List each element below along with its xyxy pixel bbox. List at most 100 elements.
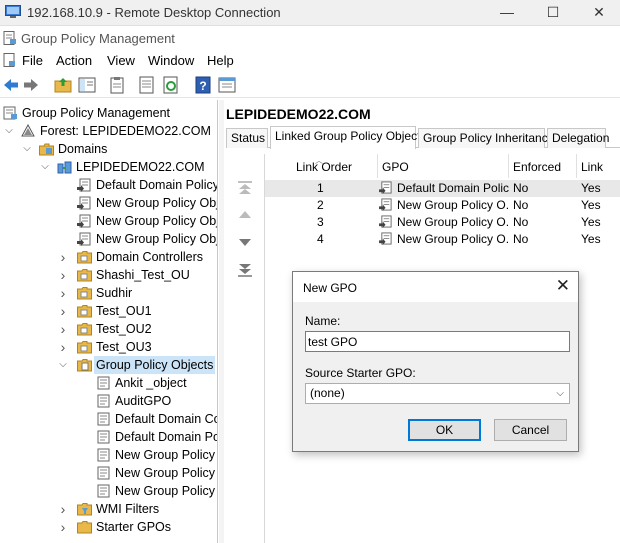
gpo-link-icon	[379, 215, 392, 228]
menu-window[interactable]: Window	[148, 53, 194, 68]
tree-item[interactable]: New Group Policy Obj	[0, 230, 217, 248]
refresh-icon[interactable]	[162, 76, 180, 94]
tree-item[interactable]: › Test_OU2	[0, 320, 217, 338]
gpo-icon	[97, 376, 110, 390]
collapse-chevron-icon[interactable]: ⌵	[4, 122, 14, 140]
tree-item[interactable]: › Test_OU1	[0, 302, 217, 320]
up-folder-icon[interactable]	[54, 76, 72, 94]
tree-item[interactable]: ⌵ Domains	[0, 140, 217, 158]
enforced-cell: No	[513, 215, 529, 229]
starter-gpo-select[interactable]: (none) ⌵	[305, 383, 570, 404]
ou-folder-icon	[77, 323, 92, 336]
tab-linked-gpos[interactable]: Linked Group Policy Objects	[270, 126, 426, 149]
link-enabled-cell: Yes	[581, 181, 601, 195]
column-header-gpo[interactable]: GPO	[378, 154, 509, 178]
expand-chevron-icon[interactable]: ›	[58, 284, 68, 302]
tree-item[interactable]: Group Policy Management	[0, 104, 217, 122]
tree-item[interactable]: New Group Policy	[0, 446, 217, 464]
move-down-icon[interactable]	[236, 234, 254, 250]
tree-item[interactable]: ⌵ LEPIDEDEMO22.COM	[0, 158, 217, 176]
move-bottom-icon[interactable]	[236, 262, 254, 278]
properties-icon[interactable]	[218, 76, 236, 94]
gpo-icon	[97, 484, 110, 498]
table-row[interactable]: 4 New Group Policy O... No Yes	[265, 231, 620, 248]
collapse-chevron-icon[interactable]: ⌵	[40, 158, 50, 176]
tree-item[interactable]: New Group Policy	[0, 464, 217, 482]
tree-item-label: Domains	[58, 142, 108, 156]
gpo-link-icon	[77, 178, 91, 192]
gpo-icon	[97, 394, 110, 408]
expand-chevron-icon[interactable]: ›	[58, 266, 68, 284]
tree-item-label: New Group Policy	[115, 484, 216, 498]
back-icon[interactable]	[2, 76, 20, 94]
table-row[interactable]: 3 New Group Policy O... No Yes	[265, 214, 620, 231]
tree-item[interactable]: Ankit _object	[0, 374, 217, 392]
gpo-link-icon	[77, 196, 91, 210]
domain-icon	[57, 161, 72, 174]
tree-item-label: Shashi_Test_OU	[96, 268, 190, 282]
link-enabled-cell: Yes	[581, 198, 601, 212]
ok-button[interactable]: OK	[408, 419, 481, 441]
minimize-button[interactable]: —	[484, 0, 530, 26]
menu-view[interactable]: View	[107, 53, 135, 68]
export-list-icon[interactable]	[138, 76, 156, 94]
tree-item[interactable]: › Test_OU3	[0, 338, 217, 356]
tree-item[interactable]: › WMI Filters	[0, 500, 217, 518]
tree-item[interactable]: ⌵ Group Policy Objects	[0, 356, 217, 374]
column-header-enforced[interactable]: Enforced	[509, 154, 577, 178]
tree-item[interactable]: › Shashi_Test_OU	[0, 266, 217, 284]
tree-item-label: Group Policy Management	[22, 106, 170, 120]
mmc-window-title: Group Policy Management	[21, 31, 175, 46]
collapse-chevron-icon[interactable]: ⌵	[22, 140, 32, 158]
tree-item[interactable]: Default Domain Po	[0, 428, 217, 446]
tree-item-label: New Group Policy	[115, 466, 216, 480]
tab-delegation[interactable]: Delegation	[547, 128, 609, 148]
gpo-name-input[interactable]	[305, 331, 570, 352]
collapse-chevron-icon[interactable]: ⌵	[58, 356, 68, 374]
sort-ascending-icon: ︿	[315, 156, 323, 165]
gpo-icon	[97, 430, 110, 444]
expand-chevron-icon[interactable]: ›	[58, 500, 68, 518]
tree-item[interactable]: › Domain Controllers	[0, 248, 217, 266]
move-up-icon[interactable]	[236, 206, 254, 222]
table-row[interactable]: 2 New Group Policy O... No Yes	[265, 197, 620, 214]
tree-item[interactable]: New Group Policy Obj	[0, 194, 217, 212]
column-header-link-enabled[interactable]: Link	[577, 154, 620, 178]
rdp-window-title: 192.168.10.9 - Remote Desktop Connection	[27, 5, 281, 20]
tree-item[interactable]: ⌵ Forest: LEPIDEDEMO22.COM	[0, 122, 217, 140]
tree-item[interactable]: › Sudhir	[0, 284, 217, 302]
tree-item[interactable]: New Group Policy Obj	[0, 212, 217, 230]
tree-item[interactable]: AuditGPO	[0, 392, 217, 410]
tree-item[interactable]: Default Domain Policy	[0, 176, 217, 194]
tree-item-label: AuditGPO	[115, 394, 172, 408]
tab-status[interactable]: Status	[226, 128, 268, 148]
forward-icon[interactable]	[22, 76, 40, 94]
menu-help[interactable]: Help	[207, 53, 234, 68]
svg-text:?: ?	[199, 79, 206, 93]
tree-item[interactable]: New Group Policy	[0, 482, 217, 500]
clipboard-icon[interactable]	[108, 76, 126, 94]
help-icon[interactable]: ?	[194, 76, 212, 94]
cancel-button[interactable]: Cancel	[494, 419, 567, 441]
expand-chevron-icon[interactable]: ›	[58, 302, 68, 320]
table-row[interactable]: 1 Default Domain Policy No Yes	[265, 180, 620, 197]
maximize-button[interactable]: ☐	[530, 0, 576, 26]
tree-item[interactable]: › Starter GPOs	[0, 518, 217, 536]
wmi-folder-icon	[77, 503, 92, 516]
expand-chevron-icon[interactable]: ›	[58, 248, 68, 266]
gpo-cell: New Group Policy O...	[379, 197, 509, 214]
tab-inheritance[interactable]: Group Policy Inheritance	[418, 128, 554, 148]
expand-chevron-icon[interactable]: ›	[58, 338, 68, 356]
column-header-link-order[interactable]: ︿ Link Order	[265, 154, 378, 178]
menu-action[interactable]: Action	[56, 53, 92, 68]
menu-file[interactable]: File	[22, 53, 43, 68]
expand-chevron-icon[interactable]: ›	[58, 518, 68, 536]
tree-item[interactable]: Default Domain Co	[0, 410, 217, 428]
starter-folder-icon	[77, 521, 92, 534]
move-top-icon[interactable]	[236, 180, 254, 196]
dialog-close-button[interactable]: ✕	[556, 276, 570, 296]
enforced-cell: No	[513, 232, 529, 246]
close-window-button[interactable]: ✕	[576, 0, 620, 26]
show-hide-tree-icon[interactable]	[78, 76, 96, 94]
expand-chevron-icon[interactable]: ›	[58, 320, 68, 338]
